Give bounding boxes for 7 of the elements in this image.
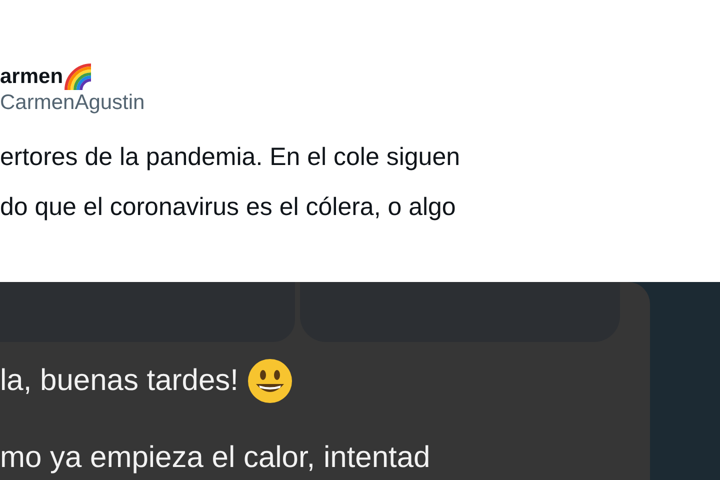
message-text: mo ya empieza el calor, intentad [0,440,432,476]
display-name[interactable]: armen [0,64,64,90]
smiley-icon [246,358,292,404]
tweet-text-line: ertores de la pandemia. En el cole siguen [0,143,460,171]
tweet-text-line: do que el coronavirus es el cólera, o algo [0,193,456,221]
message-text: la, buenas tardes! [0,363,238,399]
user-handle[interactable]: CarmenAgustin [0,90,720,116]
